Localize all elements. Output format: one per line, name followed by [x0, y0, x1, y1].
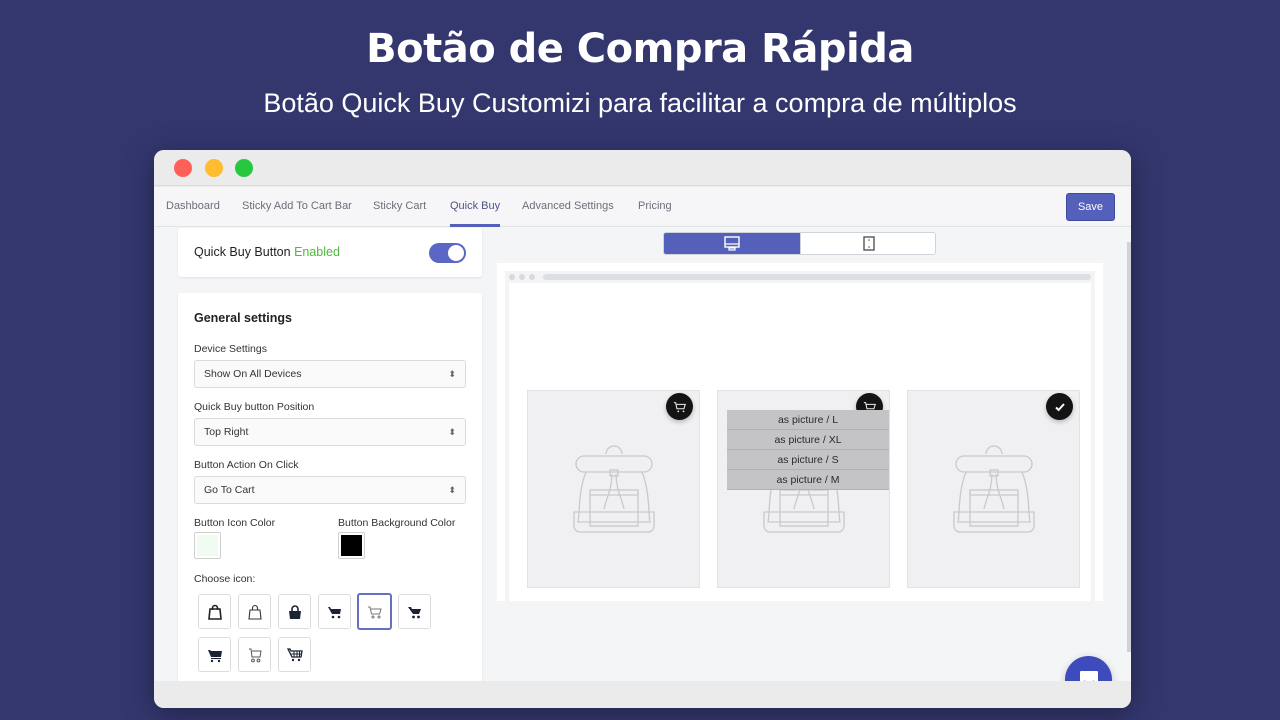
product-card[interactable]: [527, 390, 700, 588]
close-window-button[interactable]: [174, 159, 192, 177]
icon-option-cart-filled[interactable]: [318, 594, 351, 629]
tab-advanced-settings[interactable]: Advanced Settings: [522, 187, 614, 227]
hero-subtitle: Botão Quick Buy Customizi para facilitar…: [263, 88, 1017, 118]
tab-quick-buy[interactable]: Quick Buy: [450, 187, 501, 227]
minimize-window-button[interactable]: [205, 159, 223, 177]
maximize-window-button[interactable]: [235, 159, 253, 177]
quick-buy-button[interactable]: [666, 393, 693, 420]
backpack-placeholder-icon: [953, 445, 1035, 533]
position-label: Quick Buy button Position: [194, 401, 315, 413]
hero-title: Botão de Compra Rápida: [366, 26, 914, 72]
mobile-icon: [862, 236, 875, 251]
position-select[interactable]: Top Right ⬍: [194, 418, 466, 446]
mobile-preview-button[interactable]: [800, 233, 935, 254]
product-card[interactable]: [907, 390, 1080, 588]
device-settings-select[interactable]: Show On All Devices ⬍: [194, 360, 466, 388]
icon-option-bag-outline[interactable]: [198, 594, 231, 629]
device-settings-value: Show On All Devices: [204, 368, 302, 380]
cart-icon: [673, 401, 686, 412]
icon-option-cart-solid[interactable]: [198, 637, 231, 672]
tab-sticky-cart[interactable]: Sticky Cart: [373, 187, 426, 227]
tab-dashboard[interactable]: Dashboard: [166, 187, 220, 227]
position-value: Top Right: [204, 426, 249, 438]
window-bottom-bar: [154, 681, 1131, 708]
cart-bold-icon: [407, 606, 421, 618]
mock-browser-dot: [509, 274, 515, 280]
action-value: Go To Cart: [204, 484, 255, 496]
bag-filled-icon: [288, 604, 301, 619]
choose-icon-label: Choose icon:: [194, 573, 256, 585]
section-title: General settings: [194, 311, 292, 325]
quick-buy-toggle-card: Quick Buy Button Enabled: [178, 228, 482, 277]
toggle-status: Enabled: [294, 245, 340, 259]
icon-option-cart-outline[interactable]: [357, 593, 392, 630]
top-nav: Dashboard Sticky Add To Cart Bar Sticky …: [154, 187, 1131, 227]
variant-option[interactable]: as picture / S: [727, 450, 889, 470]
general-settings-card: General settings Device Settings Show On…: [178, 293, 482, 693]
tab-pricing[interactable]: Pricing: [638, 187, 672, 227]
bag-outline-icon: [207, 604, 222, 620]
mock-browser-dot: [519, 274, 525, 280]
product-card[interactable]: as picture / L as picture / XL as pictur…: [717, 390, 890, 588]
icon-option-cart-bold[interactable]: [398, 594, 431, 629]
select-arrows-icon: ⬍: [448, 485, 456, 495]
icon-option-bag-filled[interactable]: [278, 594, 311, 629]
icon-option-bag-thin[interactable]: [238, 594, 271, 629]
icon-color-fill: [197, 535, 218, 556]
switch-knob: [448, 245, 464, 261]
variant-menu: as picture / L as picture / XL as pictur…: [727, 410, 889, 490]
storefront-preview: as picture / L as picture / XL as pictur…: [497, 263, 1103, 601]
backpack-placeholder-icon: [573, 445, 655, 533]
icon-option-cart-grid[interactable]: [278, 637, 311, 672]
mock-browser-dot: [529, 274, 535, 280]
scrollbar[interactable]: [1127, 242, 1131, 652]
quick-buy-toggle-switch[interactable]: [429, 243, 466, 263]
cart-grid-icon: [286, 647, 303, 661]
app-content: Dashboard Sticky Add To Cart Bar Sticky …: [154, 187, 1131, 703]
cart-filled-icon: [327, 606, 341, 618]
app-window: Dashboard Sticky Add To Cart Bar Sticky …: [154, 150, 1131, 708]
cart-outline-icon: [367, 606, 382, 618]
mock-browser-bar: [505, 271, 1095, 283]
check-icon: [1054, 402, 1065, 411]
settings-column: Quick Buy Button Enabled General setting…: [178, 228, 482, 693]
toggle-title: Quick Buy Button: [194, 245, 291, 259]
desktop-icon: [724, 236, 740, 251]
bag-thin-icon: [247, 604, 262, 620]
bg-color-label: Button Background Color: [338, 517, 456, 529]
preview-column: as picture / L as picture / XL as pictur…: [497, 228, 1107, 681]
variant-option[interactable]: as picture / L: [727, 410, 889, 430]
cart-solid-icon: [207, 649, 222, 662]
tab-sticky-add-to-cart-bar[interactable]: Sticky Add To Cart Bar: [242, 187, 352, 227]
icon-color-swatch[interactable]: [194, 532, 221, 559]
variant-option[interactable]: as picture / M: [727, 470, 889, 490]
window-titlebar: [154, 150, 1131, 186]
bg-color-swatch[interactable]: [338, 532, 365, 559]
action-select[interactable]: Go To Cart ⬍: [194, 476, 466, 504]
action-label: Button Action On Click: [194, 459, 299, 471]
mock-url-bar: [543, 274, 1091, 280]
device-settings-label: Device Settings: [194, 343, 267, 355]
variant-option[interactable]: as picture / XL: [727, 430, 889, 450]
select-arrows-icon: ⬍: [448, 427, 456, 437]
icon-option-cart-wheels[interactable]: [238, 637, 271, 672]
cart-wheels-icon: [248, 648, 262, 662]
save-button[interactable]: Save: [1066, 193, 1115, 221]
select-arrows-icon: ⬍: [448, 369, 456, 379]
device-toggle: [663, 232, 936, 255]
toggle-label: Quick Buy Button Enabled: [194, 245, 340, 259]
bg-color-fill: [341, 535, 362, 556]
desktop-preview-button[interactable]: [664, 233, 800, 254]
icon-color-label: Button Icon Color: [194, 517, 276, 529]
quick-buy-added-button[interactable]: [1046, 393, 1073, 420]
